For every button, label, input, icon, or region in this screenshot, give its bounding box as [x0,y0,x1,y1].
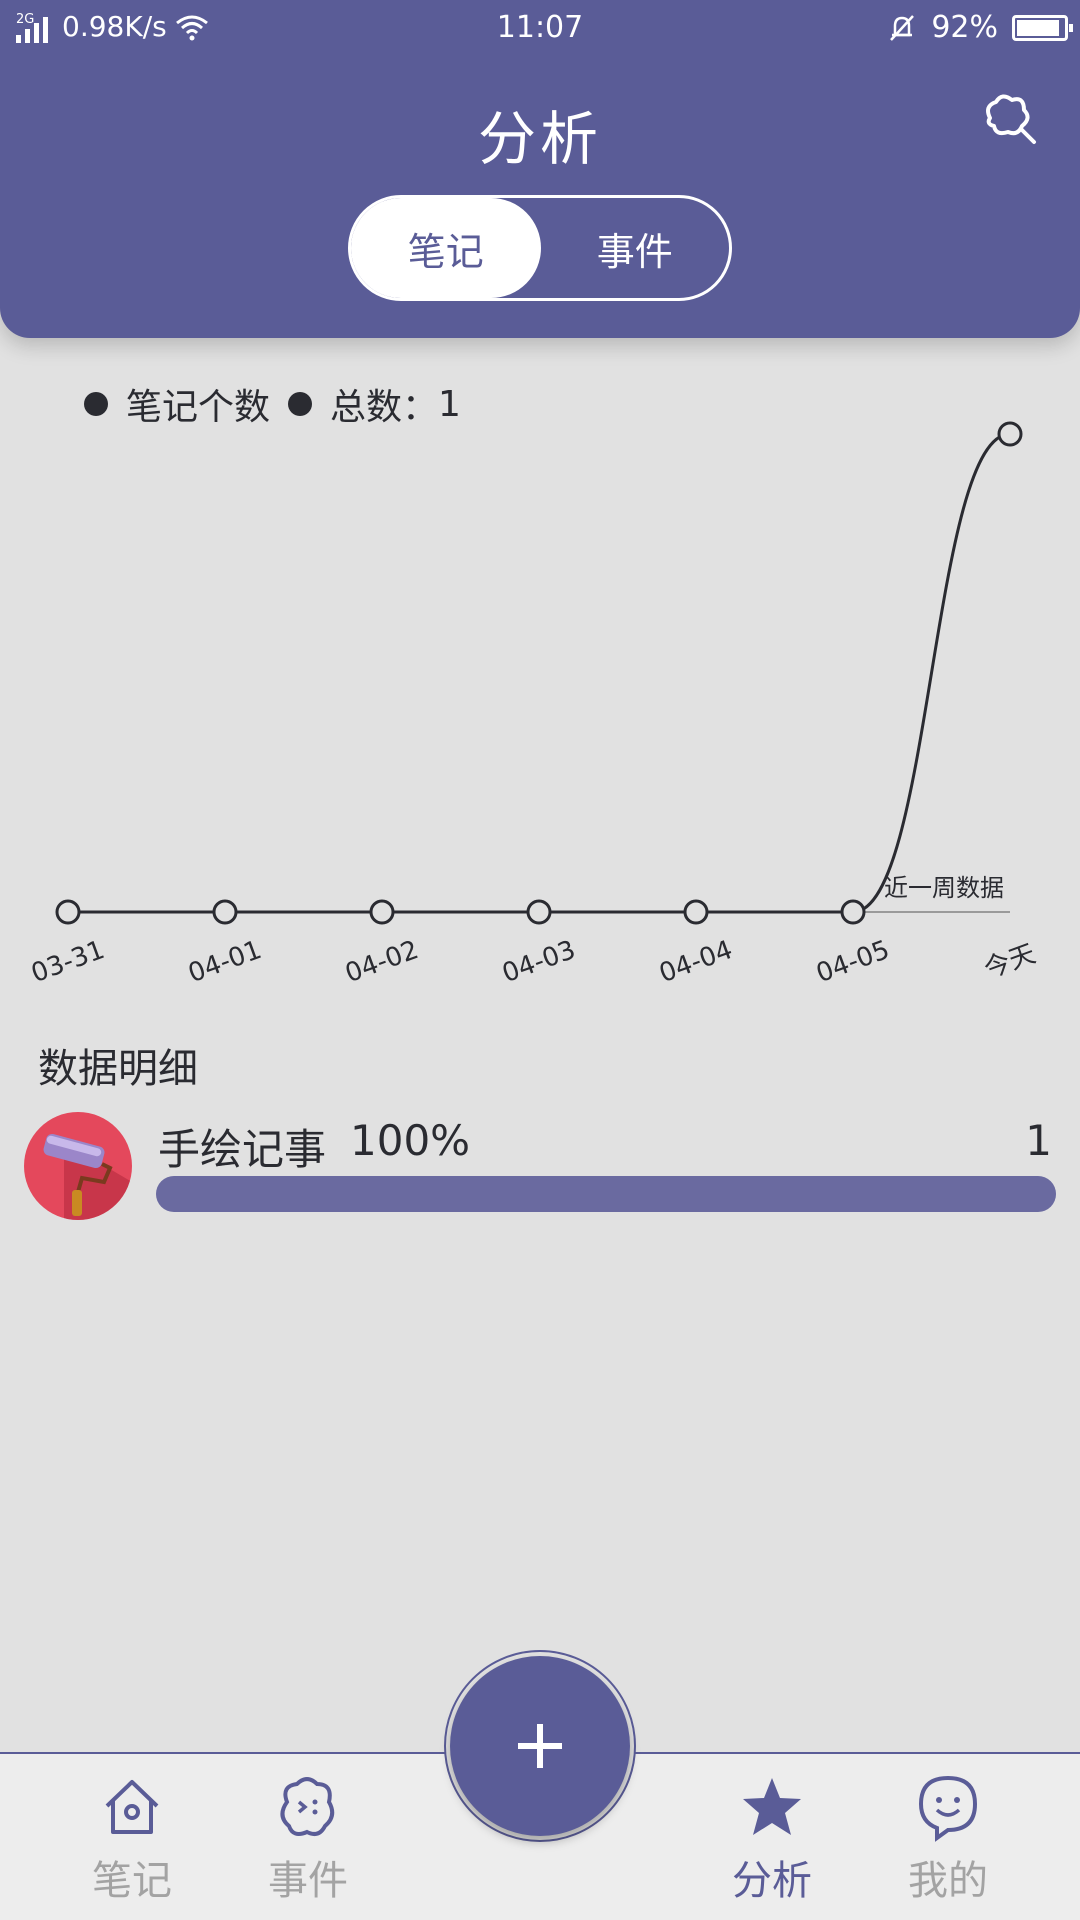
paint-roller-icon [24,1112,132,1220]
x-tick-label: 03-31 [27,935,108,989]
tab-bar-notes-label: 笔记 [92,1858,172,1904]
detail-progress-fill [156,1176,1056,1212]
home-icon [105,1780,159,1834]
search-cloud-icon[interactable] [980,90,1040,150]
tab-bar-events-label: 事件 [268,1858,348,1904]
x-tick-label: 04-03 [498,935,579,989]
tab-notes[interactable]: 笔记 [351,198,541,298]
data-point [997,421,1023,447]
tab-bar-mine[interactable]: 我的 [878,1772,1018,1906]
bell-muted-icon [890,14,915,41]
line-chart: 03-31 04-01 04-02 04-03 04-04 04-05 今天 近一周数据 [27,421,1040,989]
star-icon [743,1778,801,1835]
series-line [67,432,1011,914]
tab-bar-notes[interactable]: 笔记 [62,1772,202,1906]
x-tick-label: 04-02 [341,935,422,989]
data-point [683,899,709,925]
detail-progress-bar [156,1176,1056,1212]
x-tick-label: 04-05 [812,935,893,989]
data-point [369,899,395,925]
x-tick-label: 今天 [980,939,1039,985]
data-point [212,899,238,925]
details-title: 数据明细 [38,1046,198,1092]
smile-icon [918,1775,978,1842]
page-title: 分析 [477,105,602,173]
status-bar: 2G 0.98K/s 11:07 92% [0,0,1080,56]
x-tick-label: 04-01 [184,935,265,989]
tab-bar-mine-label: 我的 [908,1858,988,1904]
tab-events[interactable]: 事件 [541,198,730,298]
battery-percent: 92% [931,10,998,45]
data-point [840,899,866,925]
segment-control: 笔记 事件 [348,195,732,301]
tab-bar-analysis[interactable]: 分析 [702,1772,842,1906]
data-point [526,899,552,925]
detail-label: 手绘记事 [158,1125,327,1174]
plus-icon [518,1724,562,1768]
detail-count: 1 [1025,1116,1052,1165]
header: 2G 0.98K/s 11:07 92% 分析 笔记 事件 [0,0,1080,338]
detail-percent: 100% [350,1116,471,1165]
tab-bar-analysis-label: 分析 [732,1858,812,1904]
data-point [55,899,81,925]
x-tick-label: 04-04 [655,935,736,989]
event-icon [280,1777,335,1836]
tab-bar-events[interactable]: 事件 [238,1772,378,1906]
battery-icon [1012,14,1073,41]
add-button[interactable] [450,1656,630,1836]
chart-annotation: 近一周数据 [884,874,1004,902]
